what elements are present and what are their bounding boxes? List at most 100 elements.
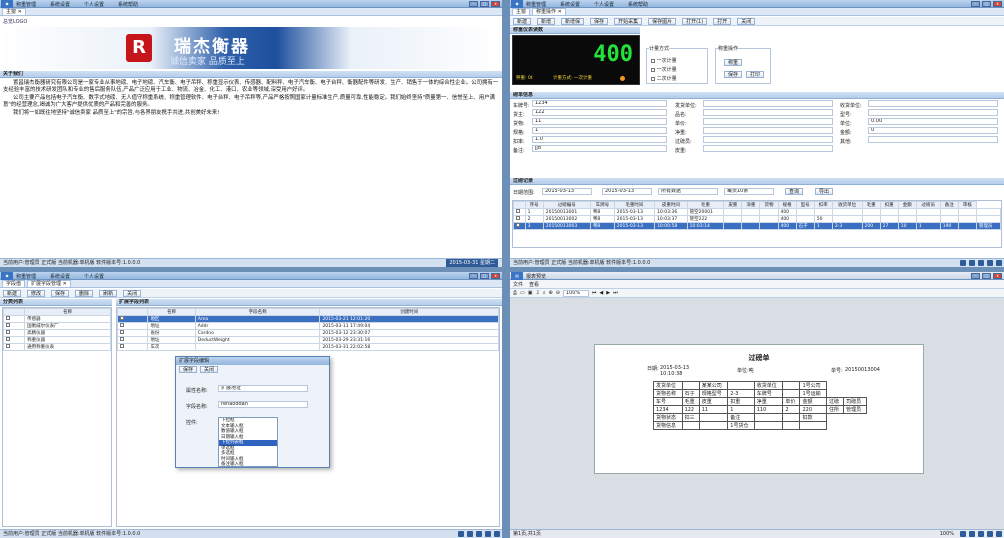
tab-weighing[interactable]: 称重操作 ✕: [532, 8, 566, 15]
dropdown-option[interactable]: 备注输入框: [219, 462, 277, 466]
records-col-header[interactable]: 过磅员: [915, 201, 941, 209]
state-select[interactable]: 所有数据: [658, 188, 718, 195]
records-col-header[interactable]: 收货单位: [831, 201, 863, 209]
save-icon[interactable]: ▣: [528, 290, 533, 296]
records-col-header[interactable]: 货物: [759, 201, 779, 209]
next-page-icon[interactable]: ▶: [606, 290, 610, 296]
search-button[interactable]: 查询: [785, 188, 804, 195]
new-button[interactable]: 新建: [3, 289, 22, 297]
records-col-header[interactable]: 扣重: [879, 201, 899, 209]
menu-weighing[interactable]: 称重管理: [16, 273, 36, 280]
mode-one[interactable]: 一次计量: [651, 57, 677, 64]
records-col-header[interactable]: 规格: [777, 201, 797, 209]
add-button[interactable]: 新增: [537, 17, 556, 25]
maximize-icon[interactable]: □: [480, 273, 489, 279]
records-col-header[interactable]: 车牌号: [589, 201, 615, 209]
first-page-icon[interactable]: ⏮: [592, 290, 597, 296]
tab-main[interactable]: 主窗 ✕: [2, 8, 26, 15]
minimize-icon[interactable]: –: [971, 273, 980, 279]
menu-system[interactable]: 系统设置: [50, 1, 70, 8]
menu-personal[interactable]: 个人设置: [84, 1, 104, 8]
records-col-header[interactable]: 皮重: [723, 201, 743, 209]
open1-button[interactable]: 打开(1): [682, 17, 708, 25]
open-button[interactable]: 打开: [713, 17, 732, 25]
row-checkbox[interactable]: [513, 215, 526, 223]
records-col-header[interactable]: 备注: [939, 201, 959, 209]
control-dropdown[interactable]: 下拉框 文本输入框 数值输入框 日期输入框 下拉列表框 单选框 多选框 时间输入框 备注输入框: [218, 417, 278, 467]
close-icon[interactable]: x: [993, 1, 1002, 7]
minimize-icon[interactable]: –: [469, 1, 478, 7]
remark-input[interactable]: jjd: [532, 145, 667, 152]
tab-field-values[interactable]: 字段值: [2, 280, 26, 287]
row-checkbox[interactable]: [2, 343, 26, 351]
row-checkbox[interactable]: [2, 329, 26, 337]
plate-input[interactable]: 1234: [532, 100, 667, 107]
records-col-header[interactable]: 毛重时间: [613, 201, 656, 209]
menu-personal[interactable]: 个人设置: [84, 273, 104, 280]
table-row[interactable]: 2 20150013002 粤B 2015-03-13 10:03:37 管空222 400…: [513, 215, 1001, 223]
minimize-icon[interactable]: –: [469, 273, 478, 279]
owner-input[interactable]: 122: [532, 109, 667, 116]
list-item[interactable]: 通用称重仪表: [2, 343, 111, 351]
list-item[interactable]: 传感器: [2, 315, 111, 323]
menu-system[interactable]: 系统设置: [50, 273, 70, 280]
save-button[interactable]: 保存: [51, 289, 70, 297]
close-icon[interactable]: x: [993, 273, 1002, 279]
records-col-header[interactable]: 序号: [524, 201, 544, 209]
records-col-header[interactable]: 过磅编号: [542, 201, 591, 209]
amount-input[interactable]: 0: [868, 127, 998, 134]
dialog-save-button[interactable]: 保存: [179, 366, 198, 373]
records-col-header[interactable]: 皮重时间: [654, 201, 688, 209]
records-col-header[interactable]: [513, 201, 526, 209]
close-button[interactable]: 关闭: [123, 289, 142, 297]
date-to-input[interactable]: 2015-03-13: [602, 188, 652, 195]
goods-input[interactable]: 11: [532, 118, 667, 125]
row-checkbox[interactable]: [2, 336, 26, 344]
date-from-input[interactable]: 2015-03-13: [542, 188, 592, 195]
close-icon[interactable]: x: [491, 1, 500, 7]
zoom-select[interactable]: 100%: [562, 289, 589, 297]
export-icon[interactable]: ⇩: [535, 290, 539, 296]
mode-two[interactable]: 一次计量: [651, 66, 677, 73]
table-row[interactable]: 3 20150013003 粤B 2015-03-13 10:00:58 10:03:14…: [513, 222, 1001, 230]
row-checkbox[interactable]: [116, 343, 149, 351]
close-button[interactable]: 关闭: [737, 17, 756, 25]
close-icon[interactable]: x: [491, 273, 500, 279]
row-checkbox[interactable]: [116, 336, 149, 344]
add-save-button[interactable]: 新增保: [561, 17, 585, 25]
menu-system[interactable]: 系统设置: [560, 1, 580, 8]
new-button[interactable]: 新建: [513, 17, 532, 25]
save-button[interactable]: 保存: [590, 17, 609, 25]
table-row[interactable]: 车次 2015-03-31 22:02:58: [116, 343, 499, 351]
menu-view[interactable]: 查看: [529, 281, 539, 288]
row-checkbox[interactable]: [116, 315, 149, 323]
model-input[interactable]: [868, 109, 998, 116]
menu-file[interactable]: 文件: [513, 281, 523, 288]
records-col-header[interactable]: 毛重: [686, 201, 725, 209]
menu-personal[interactable]: 个人设置: [594, 1, 614, 8]
menu-weighing[interactable]: 称重管理: [16, 1, 36, 8]
table-row[interactable]: 地区 Area 2015-03-21 12:01:20: [116, 315, 499, 323]
save-image-button[interactable]: 保存图片: [648, 17, 677, 25]
delete-button[interactable]: 删除: [75, 289, 94, 297]
menu-help[interactable]: 系统帮助: [628, 1, 648, 8]
weigh-button[interactable]: 称重: [724, 59, 743, 66]
sender-input[interactable]: [703, 100, 833, 107]
export-button[interactable]: 导出: [815, 188, 834, 195]
net-input[interactable]: [703, 127, 833, 134]
maximize-icon[interactable]: □: [480, 1, 489, 7]
mode-three[interactable]: 二次计量: [651, 75, 677, 82]
deduct-input[interactable]: 1.0: [532, 136, 667, 143]
row-checkbox[interactable]: [513, 208, 526, 216]
row-checkbox[interactable]: [116, 322, 149, 330]
maximize-icon[interactable]: □: [982, 1, 991, 7]
dialog-close-button[interactable]: 关闭: [200, 366, 219, 373]
operator-input[interactable]: [703, 136, 833, 143]
menu-help[interactable]: 系统帮助: [118, 1, 138, 8]
minimize-icon[interactable]: –: [971, 1, 980, 7]
zoom-out-icon[interactable]: ⊖: [556, 290, 560, 296]
open-icon[interactable]: ▭: [520, 290, 525, 296]
print-icon[interactable]: ⎙: [513, 290, 517, 296]
table-row[interactable]: 省份 Cardno 2015-03-12 23:30:07: [116, 329, 499, 337]
records-col-header[interactable]: 扣率: [813, 201, 833, 209]
